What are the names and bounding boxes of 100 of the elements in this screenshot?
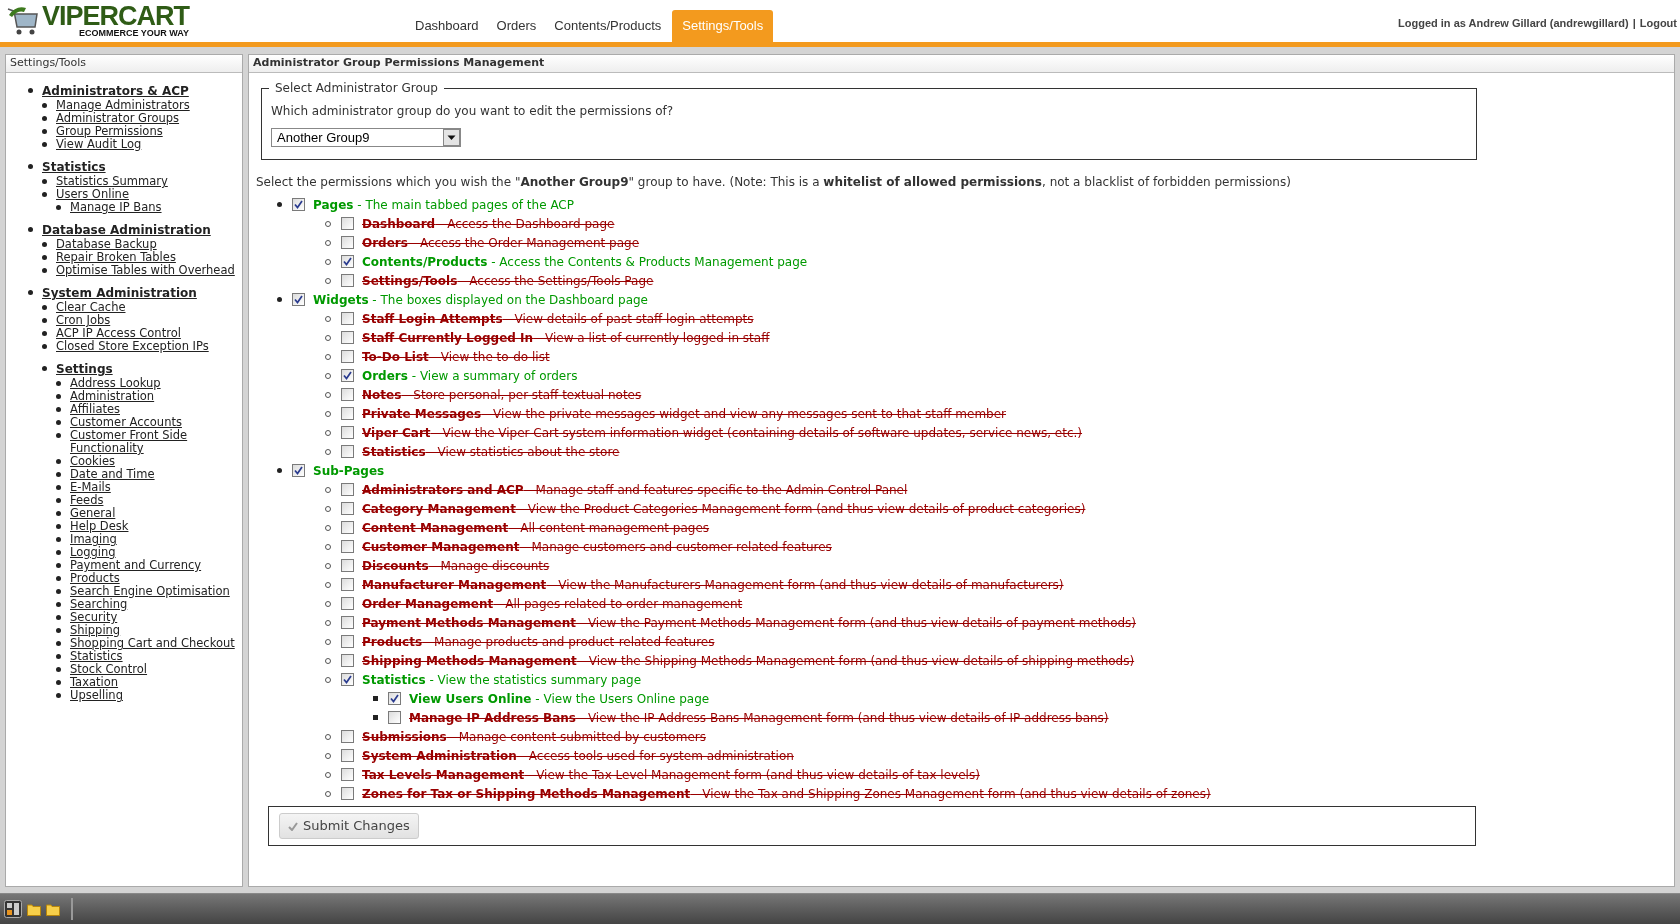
checkbox[interactable] [341, 768, 354, 781]
sidebar-heading-link[interactable]: Statistics [42, 160, 106, 175]
permission-label[interactable]: Dashboard - Access the Dashboard page [362, 214, 615, 233]
checkbox[interactable] [341, 787, 354, 800]
permission-label[interactable]: Staff Login Attempts - View details of past staff login attempts [362, 309, 754, 328]
permission-label[interactable]: To-Do List - View the to-do list [362, 347, 550, 366]
checkbox[interactable] [341, 274, 354, 287]
sidebar-link[interactable]: Date and Time [70, 468, 155, 481]
checkbox[interactable] [292, 198, 305, 211]
sidebar-link[interactable]: Address Lookup [70, 377, 161, 390]
sidebar-link[interactable]: Logging [70, 546, 116, 559]
permission-label[interactable]: Orders - View a summary of orders [362, 366, 578, 385]
permission-label[interactable]: Shipping Methods Management - View the Shipping Methods Management form (and thus view details of shipping methods) [362, 651, 1135, 670]
checkbox[interactable] [341, 217, 354, 230]
checkbox[interactable] [341, 654, 354, 667]
checkbox[interactable] [341, 483, 354, 496]
sidebar-link[interactable]: E-Mails [70, 481, 111, 494]
permission-label[interactable]: Order Management - All pages related to order management [362, 594, 743, 613]
checkbox[interactable] [341, 673, 354, 686]
checkbox[interactable] [341, 426, 354, 439]
checkbox[interactable] [341, 369, 354, 382]
sidebar-link[interactable]: Statistics [70, 650, 123, 663]
nav-tab[interactable]: Orders [487, 10, 546, 42]
checkbox[interactable] [341, 616, 354, 629]
permission-label[interactable]: System Administration - Access tools used for system administration [362, 746, 794, 765]
permission-label[interactable]: Private Messages - View the private messages widget and view any messages sent to that staff member [362, 404, 1007, 423]
sidebar-link[interactable]: Payment and Currency [70, 559, 202, 572]
nav-tab[interactable]: Dashboard [406, 10, 488, 42]
sidebar-link[interactable]: Cookies [70, 455, 116, 468]
checkbox[interactable] [341, 350, 354, 363]
sidebar-link[interactable]: Customer Accounts [70, 416, 182, 429]
sidebar-link[interactable]: Cron Jobs [56, 314, 111, 327]
sidebar-link[interactable]: Security [70, 611, 118, 624]
sidebar-link[interactable]: Shopping Cart and Checkout [70, 637, 235, 650]
checkbox[interactable] [341, 255, 354, 268]
checkbox[interactable] [292, 464, 305, 477]
checkbox[interactable] [341, 407, 354, 420]
logout-link[interactable]: Logout [1639, 15, 1677, 32]
sidebar-link[interactable]: Group Permissions [56, 125, 163, 138]
sidebar-link[interactable]: Upselling [70, 689, 123, 702]
permission-label[interactable]: View Users Online - View the Users Online page [409, 689, 710, 708]
checkbox[interactable] [341, 597, 354, 610]
checkbox[interactable] [388, 692, 401, 705]
checkbox[interactable] [341, 388, 354, 401]
sidebar-link[interactable]: View Audit Log [56, 138, 142, 151]
permission-label[interactable]: Products - Manage products and product-related features [362, 632, 715, 651]
sidebar-link[interactable]: Taxation [70, 676, 119, 689]
permission-label[interactable]: Discounts - Manage discounts [362, 556, 550, 575]
checkbox[interactable] [341, 312, 354, 325]
sidebar-link[interactable]: ACP IP Access Control [56, 327, 181, 340]
sidebar-link[interactable]: Imaging [70, 533, 117, 546]
permission-label[interactable]: Statistics - View the statistics summary page [362, 670, 642, 689]
checkbox[interactable] [341, 502, 354, 515]
checkbox[interactable] [341, 635, 354, 648]
checkbox[interactable] [341, 236, 354, 249]
sidebar-heading-link[interactable]: System Administration [42, 286, 197, 301]
permission-label[interactable]: Customer Management - Manage customers and customer-related features [362, 537, 832, 556]
permission-label[interactable]: Zones for Tax or Shipping Methods Management - View the Tax and Shipping Zones Management form (and thus view details of zones) [362, 784, 1211, 803]
nav-tab[interactable]: Contents/Products [545, 10, 671, 42]
permission-label[interactable]: Content Management - All content management pages [362, 518, 710, 537]
permission-label[interactable]: Category Management - View the Product Categories Management form (and thus view details of product categories) [362, 499, 1086, 518]
sidebar-link[interactable]: Affiliates [70, 403, 120, 416]
sidebar-link[interactable]: Customer Front Side Functionality [70, 429, 242, 455]
sidebar-link[interactable]: Searching [70, 598, 128, 611]
permission-label[interactable]: Submissions - Manage content submitted by customers [362, 727, 706, 746]
sidebar-link[interactable]: Closed Store Exception IPs [56, 340, 209, 353]
sidebar-link[interactable]: Users Online [56, 188, 129, 201]
sidebar-link[interactable]: General [70, 507, 116, 520]
sidebar-link[interactable]: Help Desk [70, 520, 129, 533]
permission-label[interactable]: Viper Cart - View the Viper Cart system information widget (containing details of software updates, service news, etc.) [362, 423, 1083, 442]
folder-icon[interactable] [46, 902, 60, 916]
sidebar-link[interactable]: Administrator Groups [56, 112, 180, 125]
sidebar-link[interactable]: Stock Control [70, 663, 148, 676]
checkbox[interactable] [341, 445, 354, 458]
checkbox[interactable] [388, 711, 401, 724]
permission-label[interactable]: Notes - Store personal, per-staff textual notes [362, 385, 642, 404]
sidebar-link[interactable]: Manage Administrators [56, 99, 190, 112]
sidebar-link[interactable]: Clear Cache [56, 301, 126, 314]
permission-label[interactable]: Staff Currently Logged In - View a list of currently logged-in staff [362, 328, 770, 347]
checkbox[interactable] [292, 293, 305, 306]
sidebar-link[interactable]: Manage IP Bans [70, 201, 162, 214]
permission-label[interactable]: Payment Methods Management - View the Payment Methods Management form (and thus view details of payment methods) [362, 613, 1137, 632]
sidebar-heading-link[interactable]: Settings [56, 362, 113, 377]
sidebar-heading-link[interactable]: Database Administration [42, 223, 211, 238]
sidebar-link[interactable]: Repair Broken Tables [56, 251, 176, 264]
permission-label[interactable]: Pages - The main tabbed pages of the ACP [313, 195, 574, 214]
sidebar-link[interactable]: Administration [70, 390, 155, 403]
permission-label[interactable]: Manufacturer Management - View the Manufacturers Management form (and thus view details of manufacturers) [362, 575, 1064, 594]
permission-label[interactable]: Tax Levels Management - View the Tax Level Management form (and thus view details of tax levels) [362, 765, 980, 784]
sidebar-link[interactable]: Products [70, 572, 120, 585]
panels-icon[interactable] [4, 900, 22, 918]
checkbox[interactable] [341, 331, 354, 344]
folder-icon[interactable] [27, 902, 41, 916]
sidebar-link[interactable]: Shipping [70, 624, 121, 637]
checkbox[interactable] [341, 749, 354, 762]
permission-label[interactable]: Widgets - The boxes displayed on the Dashboard page [313, 290, 648, 309]
checkbox[interactable] [341, 578, 354, 591]
submit-button[interactable]: Submit Changes [279, 813, 419, 839]
dropdown-icon[interactable] [443, 129, 460, 146]
permission-label[interactable]: Settings/Tools - Access the Settings/Tools Page [362, 271, 654, 290]
